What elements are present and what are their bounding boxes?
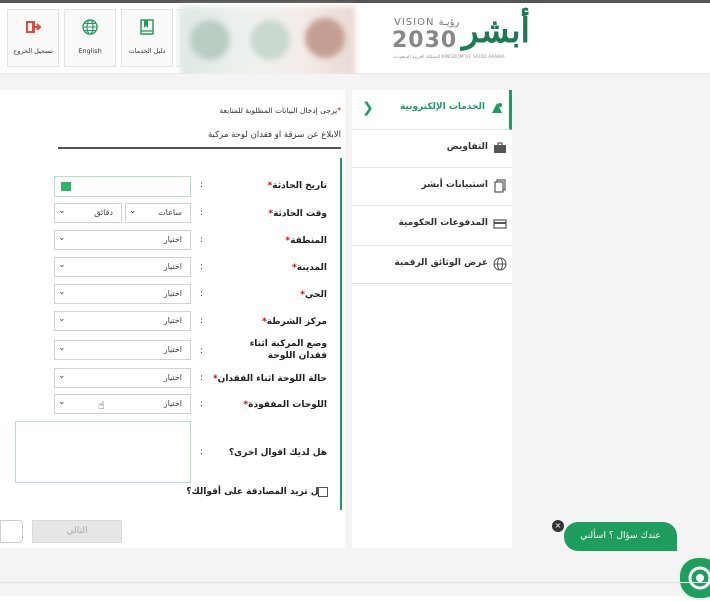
sidebar-item-e-services[interactable]: الخدمات الإلكترونية ❮ <box>352 90 512 130</box>
book-icon <box>140 19 154 35</box>
confirm-statements-label: هل تريد المصادقة على أقوالك؟ <box>186 487 325 497</box>
services-guide-label: دليل الخدمات <box>128 47 166 55</box>
card-icon <box>493 219 507 229</box>
sidebar-item-gov-payments[interactable]: المدفوعات الحكومية <box>352 206 512 246</box>
chevron-down-icon: ⌄ <box>58 343 66 353</box>
other-statements-label: هل لديك اقوال اخرى؟ <box>228 448 327 458</box>
chevron-down-icon: ⌄ <box>58 233 66 243</box>
headset-icon <box>688 566 710 590</box>
region-label: المنطقة* <box>285 236 327 246</box>
plate-status-label: حالة اللوحة اثناء الفقدان* <box>212 374 327 384</box>
sidebar: الخدمات الإلكترونية ❮ التفاويض استبيانات… <box>352 90 512 548</box>
colon: : <box>200 316 204 326</box>
previous-button[interactable] <box>0 520 23 543</box>
language-label: English <box>78 47 102 55</box>
chat-bubble[interactable]: عندك سؤال ؟ اسألني <box>564 522 677 551</box>
required-note: *يرجى إدخال البيانات المطلوبة للمتابعة <box>219 106 341 115</box>
lost-plates-label: اللوحات المفقودة* <box>243 400 327 410</box>
main-panel: *يرجى إدخال البيانات المطلوبة للمتابعة ا… <box>0 90 345 548</box>
language-button[interactable]: English <box>64 9 116 67</box>
form-accent-border <box>340 158 342 510</box>
chevron-down-icon: ⌄ <box>58 206 66 216</box>
accident-date-input[interactable] <box>54 176 191 197</box>
sidebar-item-surveys[interactable]: استبيانات أبشر <box>352 168 512 206</box>
minutes-select[interactable]: دقائق ⌄ <box>54 203 122 223</box>
colon: : <box>200 208 204 218</box>
police-center-select[interactable]: اختيار ⌄ <box>54 311 191 331</box>
briefcase-icon <box>494 142 506 153</box>
hours-select[interactable]: ساعات ⌄ <box>125 203 191 223</box>
survey-icon <box>494 179 506 193</box>
services-icon <box>492 103 502 113</box>
colon: : <box>200 235 204 245</box>
colon: : <box>200 262 204 272</box>
police-center-label: مركز الشرطة* <box>261 317 327 327</box>
chevron-down-icon: ⌄ <box>58 397 66 407</box>
accident-time-label: وقت الحادثة* <box>268 209 327 219</box>
chatbot-icon[interactable] <box>678 556 710 600</box>
colon: : <box>200 399 204 409</box>
blurred-banner <box>180 6 355 76</box>
vision-year: 2030 <box>392 28 458 53</box>
next-button[interactable]: التالي <box>32 520 122 543</box>
vehicle-status-select[interactable]: اختيار ⌄ <box>54 340 191 360</box>
sidebar-item-label: الخدمات الإلكترونية <box>399 102 485 112</box>
district-label: الحي* <box>300 290 327 300</box>
chevron-down-icon: ⌄ <box>58 314 66 324</box>
other-statements-textarea[interactable] <box>15 421 191 483</box>
colon: : <box>200 447 204 457</box>
logout-icon <box>26 21 42 33</box>
plate-status-select[interactable]: اختيار ⌄ <box>54 368 191 388</box>
globe-icon <box>493 257 507 271</box>
absher-logo[interactable]: أبشر <box>462 11 530 51</box>
vehicle-status-label: وضع المركبة اثناء فقدان اللوحة <box>249 339 327 361</box>
city-label: المدينة* <box>292 263 327 273</box>
chevron-down-icon: ⌄ <box>58 287 66 297</box>
logout-label: تسجيل الخروج <box>13 47 53 55</box>
city-select[interactable]: اختيار ⌄ <box>54 257 191 277</box>
confirm-statements-checkbox[interactable] <box>318 487 328 497</box>
vision-text: VISION رؤيـة <box>394 17 460 28</box>
chevron-down-icon: ⌄ <box>58 260 66 270</box>
lost-plates-select[interactable]: اختيار ⌄ <box>54 394 191 414</box>
chevron-down-icon: ⌄ <box>58 371 66 381</box>
sidebar-item-digital-documents[interactable]: عرض الوثائق الرقمية <box>352 246 512 284</box>
region-select[interactable]: اختيار ⌄ <box>54 230 191 250</box>
sidebar-item-label: المدفوعات الحكومية <box>398 218 488 228</box>
kingdom-text: المملكة العربية السعودية KINGDOM OF SAUD… <box>394 55 505 60</box>
logout-button[interactable]: تسجيل الخروج <box>7 9 59 67</box>
sidebar-item-label: عرض الوثائق الرقمية <box>394 258 488 268</box>
services-guide-button[interactable]: دليل الخدمات <box>121 9 173 67</box>
colon: : <box>200 289 204 299</box>
page-title: الابلاغ عن سرقة او فقدان لوحة مركبة <box>207 130 341 140</box>
colon: : <box>200 373 204 383</box>
district-select[interactable]: اختيار ⌄ <box>54 284 191 304</box>
sidebar-item-label: التفاويض <box>446 142 488 152</box>
chevron-left-icon[interactable]: ❮ <box>362 100 374 116</box>
accident-date-label: تاريخ الحادثة* <box>267 181 327 191</box>
colon: : <box>200 180 204 190</box>
mouse-cursor: ☝ <box>98 399 105 412</box>
chevron-down-icon: ⌄ <box>129 206 137 216</box>
chat-close-button[interactable]: × <box>552 520 564 532</box>
colon: : <box>200 346 204 356</box>
sidebar-item-label: استبيانات أبشر <box>421 180 489 190</box>
sidebar-item-delegations[interactable]: التفاويض <box>352 130 512 168</box>
calendar-icon[interactable] <box>61 182 71 191</box>
footer-divider <box>0 582 710 583</box>
globe-icon <box>82 19 98 35</box>
header: تسجيل الخروج English دليل الخدمات VISION… <box>0 3 710 76</box>
title-divider <box>58 147 341 149</box>
